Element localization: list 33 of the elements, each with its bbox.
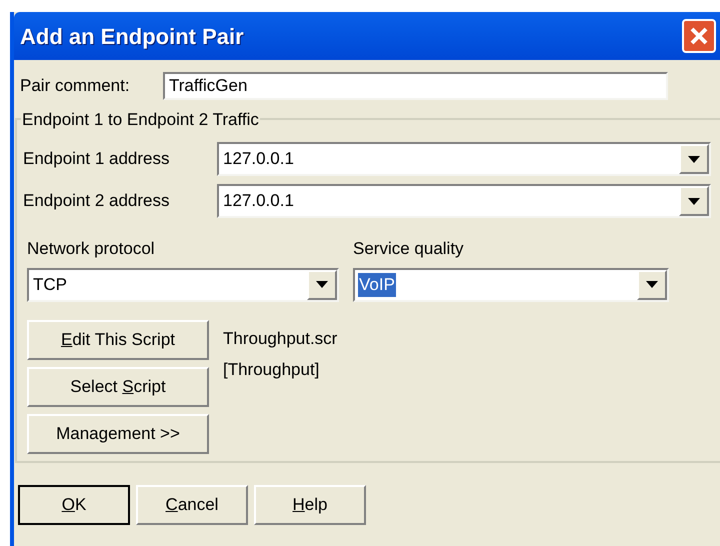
dialog-button[interactable]: Help <box>254 485 366 525</box>
field-label: Pair comment: <box>20 75 131 98</box>
dropdown-value: VoIP <box>358 272 396 296</box>
window-title: Add an Endpoint Pair <box>20 22 245 51</box>
dropdown-button[interactable] <box>679 186 709 216</box>
script-button[interactable]: Edit This Script <box>27 320 209 360</box>
caret-icon <box>688 156 700 162</box>
close-icon <box>689 26 709 46</box>
field-label: Endpoint 2 address <box>23 190 170 212</box>
field-label: Endpoint 1 address <box>23 148 170 170</box>
caret-icon <box>646 281 658 288</box>
dropdown-field[interactable]: 127.0.0.1 <box>217 142 711 176</box>
dropdown-button[interactable] <box>637 270 667 300</box>
dropdown-value: 127.0.0.1 <box>222 190 295 212</box>
dialog-button[interactable]: OK <box>18 485 130 525</box>
dropdown-value: 127.0.0.1 <box>222 148 295 170</box>
caret-icon <box>316 281 328 288</box>
script-info: Throughput.scr <box>223 328 338 350</box>
field-label: Network protocol <box>27 238 156 260</box>
script-button[interactable]: Select Script <box>27 366 209 406</box>
dropdown-field[interactable]: 127.0.0.1 <box>217 184 711 218</box>
script-info: [Throughput] <box>223 359 320 381</box>
caret-icon <box>688 198 700 204</box>
dialog-button[interactable]: Cancel <box>136 485 248 525</box>
dropdown-field[interactable]: TCP <box>27 268 339 302</box>
dropdown-value: TCP <box>32 274 68 296</box>
close-button[interactable] <box>682 19 716 53</box>
comment-field[interactable]: TrafficGen <box>163 72 668 100</box>
field-label: Service quality <box>353 238 465 260</box>
dropdown-button[interactable] <box>679 144 709 174</box>
dropdown-button[interactable] <box>307 270 337 300</box>
dropdown-field[interactable]: VoIP <box>353 268 669 302</box>
script-button[interactable]: Management >> <box>27 414 209 454</box>
